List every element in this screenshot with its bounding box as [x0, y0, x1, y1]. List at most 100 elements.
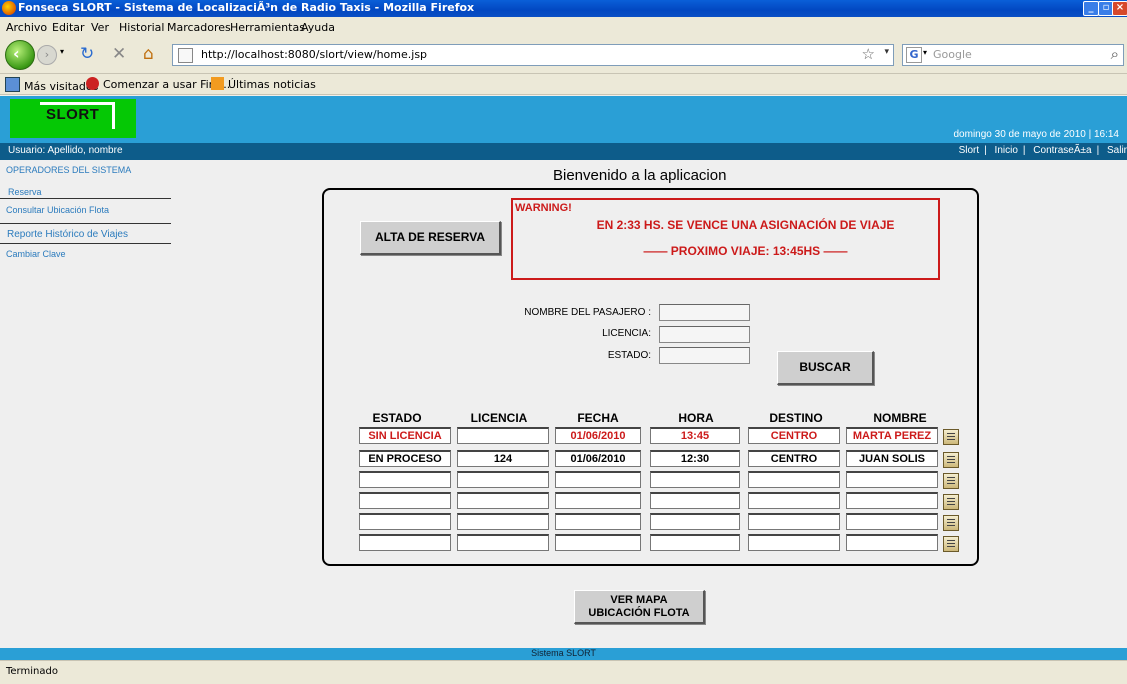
- stop-icon[interactable]: ✕: [112, 44, 126, 64]
- google-engine-icon[interactable]: G: [906, 47, 922, 63]
- sidebar-item-operadores[interactable]: OPERADORES DEL SISTEMA: [6, 165, 131, 175]
- warning-title: WARNING!: [515, 202, 572, 214]
- table-cell[interactable]: [650, 471, 740, 488]
- table-cell[interactable]: [555, 534, 641, 551]
- table-cell[interactable]: JUAN SOLIS: [846, 450, 938, 467]
- menu-editar[interactable]: Editar: [52, 21, 85, 34]
- table-cell[interactable]: SIN LICENCIA: [359, 427, 451, 444]
- table-cell[interactable]: [748, 534, 840, 551]
- footer-text: Sistema SLORT: [531, 648, 596, 658]
- sidebar-item-reserva[interactable]: Reserva: [8, 187, 42, 197]
- table-cell[interactable]: CENTRO: [748, 450, 840, 467]
- menu-marcadores[interactable]: Marcadores: [167, 21, 231, 34]
- edit-row-icon[interactable]: [943, 473, 959, 489]
- menu-herramientas[interactable]: Herramientas: [230, 21, 305, 34]
- sidebar: OPERADORES DEL SISTEMA Reserva Consultar…: [0, 160, 178, 280]
- estado-input[interactable]: [659, 347, 750, 364]
- table-cell[interactable]: [846, 471, 938, 488]
- table-cell[interactable]: [555, 513, 641, 530]
- table-cell[interactable]: [359, 534, 451, 551]
- table-cell[interactable]: EN PROCESO: [359, 450, 451, 467]
- table-cell[interactable]: [748, 492, 840, 509]
- table-cell[interactable]: 12:30: [650, 450, 740, 467]
- home-icon[interactable]: ⌂: [143, 44, 154, 64]
- link-inicio[interactable]: Inicio: [995, 145, 1018, 156]
- ver-mapa-label-1: VER MAPA: [610, 594, 668, 606]
- table-cell[interactable]: [359, 513, 451, 530]
- table-cell[interactable]: [457, 427, 549, 444]
- table-cell[interactable]: [748, 513, 840, 530]
- bookmark-ultimas-noticias[interactable]: Últimas noticias: [211, 77, 316, 91]
- bookmark-star-icon[interactable]: ☆: [862, 45, 875, 63]
- bookmark-mas-visitados[interactable]: Más visitados: [5, 77, 98, 93]
- logo-text: SLORT: [46, 106, 100, 123]
- status-bar: Terminado: [0, 660, 1127, 684]
- estado-label: ESTADO:: [607, 350, 651, 361]
- table-cell[interactable]: [457, 492, 549, 509]
- menu-bar: Archivo Editar Ver Historial Marcadores …: [0, 17, 1127, 37]
- table-cell[interactable]: [846, 534, 938, 551]
- engine-dropdown-icon[interactable]: ▾: [923, 48, 927, 57]
- link-slort[interactable]: Slort: [959, 145, 980, 156]
- link-contrasena[interactable]: ContraseÃ±a: [1033, 145, 1091, 156]
- table-cell[interactable]: [457, 471, 549, 488]
- bookmark-label: Últimas noticias: [228, 78, 316, 91]
- header-links: Slort | Inicio | ContraseÃ±a | Salir: [958, 145, 1127, 156]
- table-cell[interactable]: MARTA PEREZ: [846, 427, 938, 444]
- nombre-pasajero-input[interactable]: [659, 304, 750, 321]
- table-cell[interactable]: [359, 471, 451, 488]
- menu-archivo[interactable]: Archivo: [6, 21, 47, 34]
- table-cell[interactable]: [555, 492, 641, 509]
- table-cell[interactable]: [650, 492, 740, 509]
- title-bar: Fonseca SLORT - Sistema de LocalizaciÃ³n…: [0, 0, 1127, 17]
- table-cell[interactable]: 13:45: [650, 427, 740, 444]
- edit-row-icon[interactable]: [943, 429, 959, 445]
- table-cell[interactable]: [748, 471, 840, 488]
- minimize-button[interactable]: _: [1083, 1, 1099, 16]
- buscar-button[interactable]: BUSCAR: [777, 351, 874, 385]
- table-cell[interactable]: [555, 471, 641, 488]
- sidebar-item-reporte-historico[interactable]: Reporte Histórico de Viajes: [7, 229, 128, 240]
- edit-row-icon[interactable]: [943, 536, 959, 552]
- table-cell[interactable]: [650, 534, 740, 551]
- alta-reserva-button[interactable]: ALTA DE RESERVA: [360, 221, 501, 255]
- edit-row-icon[interactable]: [943, 452, 959, 468]
- menu-ayuda[interactable]: Ayuda: [301, 21, 335, 34]
- link-salir[interactable]: Salir: [1107, 145, 1127, 156]
- table-cell[interactable]: 124: [457, 450, 549, 467]
- welcome-title: Bienvenido a la aplicacion: [553, 167, 727, 184]
- forward-button[interactable]: ›: [37, 45, 57, 65]
- bookmark-comenzar[interactable]: Comenzar a usar Fire...: [86, 77, 230, 91]
- ver-mapa-button[interactable]: VER MAPA UBICACIÓN FLOTA: [574, 590, 705, 624]
- sidebar-item-consultar-flota[interactable]: Consultar Ubicación Flota: [6, 205, 109, 215]
- table-cell[interactable]: [457, 534, 549, 551]
- menu-historial[interactable]: Historial: [119, 21, 164, 34]
- menu-ver[interactable]: Ver: [91, 21, 109, 34]
- history-dropdown-icon[interactable]: ▾: [60, 47, 64, 56]
- edit-row-icon[interactable]: [943, 494, 959, 510]
- slort-logo: SLORT: [10, 99, 136, 138]
- search-box[interactable]: G ▾ Google ⌕: [902, 44, 1124, 66]
- firefox-icon: [2, 1, 16, 15]
- table-cell[interactable]: [359, 492, 451, 509]
- table-cell[interactable]: 01/06/2010: [555, 427, 641, 444]
- edit-row-icon[interactable]: [943, 515, 959, 531]
- close-button[interactable]: ×: [1112, 1, 1127, 16]
- search-icon[interactable]: ⌕: [1111, 45, 1119, 63]
- table-cell[interactable]: [650, 513, 740, 530]
- address-bar[interactable]: http://localhost:8080/slort/view/home.js…: [172, 44, 894, 66]
- table-cell[interactable]: CENTRO: [748, 427, 840, 444]
- sidebar-item-cambiar-clave[interactable]: Cambiar Clave: [6, 249, 66, 259]
- back-button[interactable]: ‹: [5, 40, 35, 70]
- url-dropdown-icon[interactable]: ▾: [884, 47, 889, 57]
- nombre-pasajero-label: NOMBRE DEL PASAJERO :: [524, 307, 651, 318]
- table-cell[interactable]: [457, 513, 549, 530]
- table-cell[interactable]: 01/06/2010: [555, 450, 641, 467]
- table-cell[interactable]: [846, 513, 938, 530]
- bookmark-folder-icon: [5, 77, 20, 92]
- table-cell[interactable]: [846, 492, 938, 509]
- col-header-nombre: NOMBRE: [873, 411, 927, 425]
- licencia-input[interactable]: [659, 326, 750, 343]
- user-name: Usuario: Apellido, nombre: [8, 145, 123, 156]
- reload-icon[interactable]: ↻: [80, 44, 94, 64]
